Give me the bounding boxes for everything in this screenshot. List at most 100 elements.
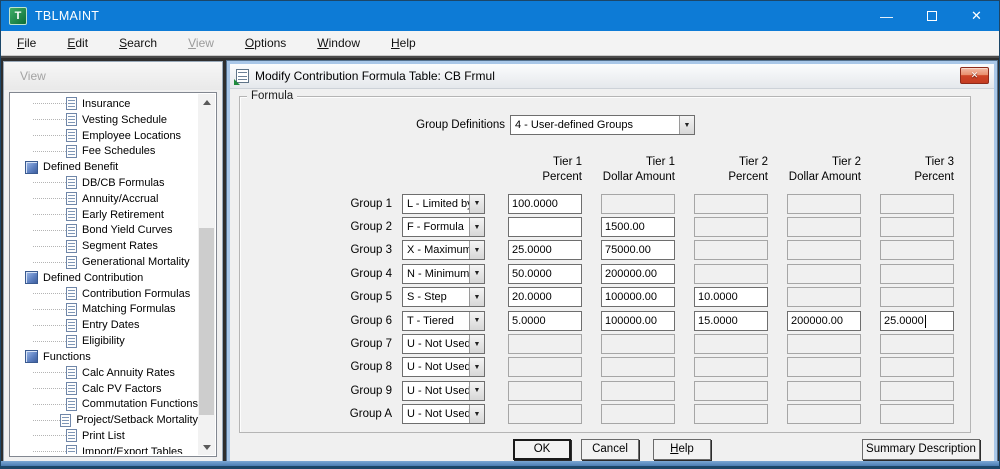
summary-description-button[interactable]: Summary Description: [862, 439, 980, 460]
chevron-down-icon[interactable]: ▼: [469, 312, 484, 330]
chevron-down-icon[interactable]: ▼: [679, 116, 694, 134]
document-icon: [66, 382, 77, 395]
tree-item-commutation-functions[interactable]: Commutation Functions: [11, 396, 198, 412]
tree-item-segment-rates[interactable]: Segment Rates: [11, 238, 198, 254]
tree-item-project-setback-mortality[interactable]: Project/Setback Mortality: [11, 412, 198, 428]
formula-type-select[interactable]: L - Limited by▼: [402, 194, 485, 214]
cancel-button[interactable]: Cancel: [581, 439, 639, 460]
tree-item-bond-yield-curves[interactable]: Bond Yield Curves: [11, 223, 198, 239]
document-icon: [66, 145, 77, 158]
tree-item-vesting-schedule[interactable]: Vesting Schedule: [11, 112, 198, 128]
close-icon[interactable]: ✕: [954, 1, 999, 31]
tree-item-contribution-formulas[interactable]: Contribution Formulas: [11, 286, 198, 302]
chevron-down-icon[interactable]: ▼: [469, 288, 484, 306]
tier-field-5[interactable]: [880, 311, 954, 331]
tree-item-calc-annuity-rates[interactable]: Calc Annuity Rates: [11, 365, 198, 381]
tier-field-2: [601, 357, 675, 377]
tier-field-2[interactable]: [601, 264, 675, 284]
formula-type-select[interactable]: F - Formula▼: [402, 217, 485, 237]
group-row-10: Group A U - Not Used▼: [240, 403, 970, 426]
tier-field-5: [880, 264, 954, 284]
tree-item-label: Matching Formulas: [82, 303, 176, 315]
tree-connector: [33, 230, 66, 231]
tree-scrollbar[interactable]: [198, 94, 215, 455]
formula-type-select[interactable]: N - Minimum▼: [402, 264, 485, 284]
help-button[interactable]: Help: [653, 439, 711, 460]
tree-item-functions[interactable]: Functions: [11, 349, 198, 365]
chevron-down-icon[interactable]: ▼: [469, 405, 484, 423]
tree-item-defined-benefit[interactable]: Defined Benefit: [11, 159, 198, 175]
formula-type-select[interactable]: U - Not Used▼: [402, 404, 485, 424]
tier-field-2: [601, 404, 675, 424]
tree-item-eligibility[interactable]: Eligibility: [11, 333, 198, 349]
modify-formula-dialog: Modify Contribution Formula Table: CB Fr…: [227, 61, 997, 465]
tier-field-2: [601, 194, 675, 214]
tier-column-headers: Tier 1PercentTier 1Dollar AmountTier 2Pe…: [240, 155, 970, 185]
tier-field-1[interactable]: [508, 264, 582, 284]
tier-field-3: [694, 357, 768, 377]
scroll-up-icon[interactable]: [198, 94, 215, 110]
chevron-down-icon[interactable]: ▼: [469, 218, 484, 236]
menu-item-window[interactable]: Window: [307, 33, 370, 53]
tree-item-db-cb-formulas[interactable]: DB/CB Formulas: [11, 175, 198, 191]
menu-item-options[interactable]: Options: [235, 33, 296, 53]
formula-groupbox-label: Formula: [247, 90, 297, 102]
formula-type-select[interactable]: U - Not Used▼: [402, 381, 485, 401]
formula-type-select[interactable]: U - Not Used▼: [402, 357, 485, 377]
chevron-down-icon[interactable]: ▼: [469, 358, 484, 376]
chevron-down-icon[interactable]: ▼: [469, 265, 484, 283]
group-label: Group 7: [240, 338, 392, 350]
tier-field-3: [694, 334, 768, 354]
minimize-icon[interactable]: —: [864, 1, 909, 31]
tier-field-2[interactable]: [601, 311, 675, 331]
menu-item-help[interactable]: Help: [381, 33, 426, 53]
tree-item-fee-schedules[interactable]: Fee Schedules: [11, 143, 198, 159]
chevron-down-icon[interactable]: ▼: [469, 241, 484, 259]
tier-field-1[interactable]: [508, 217, 582, 237]
tree-item-early-retirement[interactable]: Early Retirement: [11, 207, 198, 223]
formula-type-select[interactable]: U - Not Used▼: [402, 334, 485, 354]
tree-item-import-export-tables[interactable]: Import/Export Tables: [11, 444, 198, 454]
formula-type-value: N - Minimum: [403, 265, 469, 283]
tree-item-matching-formulas[interactable]: Matching Formulas: [11, 302, 198, 318]
tier-field-2[interactable]: [601, 240, 675, 260]
tree-item-label: Insurance: [82, 98, 130, 110]
tree-item-insurance[interactable]: Insurance: [11, 96, 198, 112]
document-icon: [66, 129, 77, 142]
scroll-down-icon[interactable]: [198, 439, 215, 455]
group-definitions-row: Group Definitions 4 - User-defined Group…: [240, 115, 970, 135]
tree-connector: [33, 420, 60, 421]
chevron-down-icon[interactable]: ▼: [469, 195, 484, 213]
tree-item-label: DB/CB Formulas: [82, 177, 165, 189]
formula-type-select[interactable]: X - Maximum▼: [402, 240, 485, 260]
chevron-down-icon[interactable]: ▼: [469, 382, 484, 400]
tier-field-1[interactable]: [508, 287, 582, 307]
menu-item-search[interactable]: Search: [109, 33, 167, 53]
tier-field-1[interactable]: [508, 240, 582, 260]
menu-item-edit[interactable]: Edit: [57, 33, 98, 53]
chevron-down-icon[interactable]: ▼: [469, 335, 484, 353]
tree-item-annuity-accrual[interactable]: Annuity/Accrual: [11, 191, 198, 207]
tree-item-defined-contribution[interactable]: Defined Contribution: [11, 270, 198, 286]
maximize-icon[interactable]: [909, 1, 954, 31]
tier-field-1[interactable]: [508, 194, 582, 214]
group-label: Group A: [240, 408, 392, 420]
tier-field-2[interactable]: [601, 217, 675, 237]
tier-field-3[interactable]: [694, 311, 768, 331]
tree-item-entry-dates[interactable]: Entry Dates: [11, 317, 198, 333]
tree-item-generational-mortality[interactable]: Generational Mortality: [11, 254, 198, 270]
tier-field-1[interactable]: [508, 311, 582, 331]
scrollbar-thumb[interactable]: [199, 228, 214, 416]
group-definitions-select[interactable]: 4 - User-defined Groups ▼: [510, 115, 695, 135]
tree-item-print-list[interactable]: Print List: [11, 428, 198, 444]
tree-item-employee-locations[interactable]: Employee Locations: [11, 128, 198, 144]
dialog-close-icon[interactable]: ✕: [960, 67, 989, 84]
formula-type-select[interactable]: S - Step▼: [402, 287, 485, 307]
tree-item-calc-pv-factors[interactable]: Calc PV Factors: [11, 381, 198, 397]
tier-field-2[interactable]: [601, 287, 675, 307]
tier-field-4[interactable]: [787, 311, 861, 331]
formula-type-select[interactable]: T - Tiered▼: [402, 311, 485, 331]
ok-button[interactable]: OK: [513, 439, 571, 460]
menu-item-file[interactable]: File: [7, 33, 46, 53]
tier-field-3[interactable]: [694, 287, 768, 307]
